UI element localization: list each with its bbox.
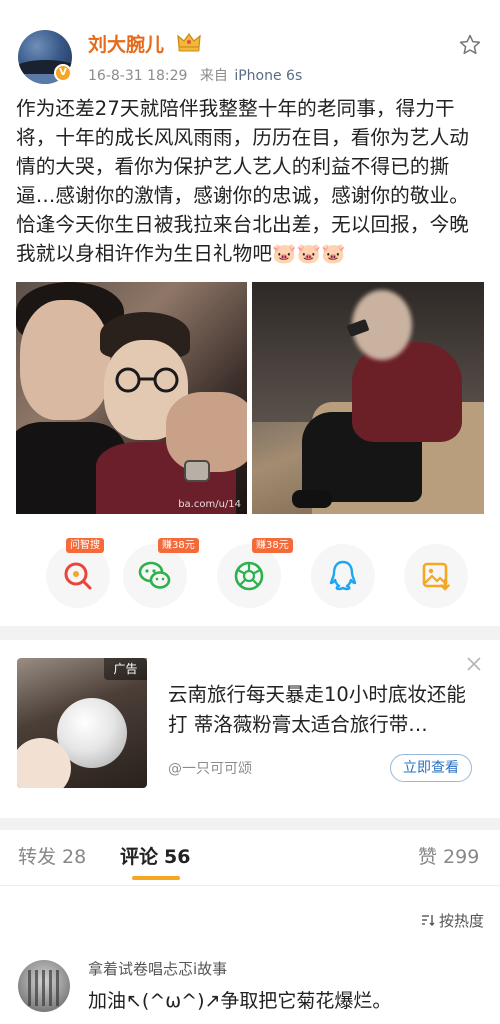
- ad-badge: 广告: [104, 658, 147, 680]
- username[interactable]: 刘大腕儿: [88, 30, 164, 57]
- post-photo-2[interactable]: [252, 282, 484, 514]
- commenter-name[interactable]: 拿着试卷唱忐忑i故事: [88, 958, 227, 979]
- comment-item: 拿着试卷唱忐忑i故事 加油↖(^ω^)↗争取把它菊花爆烂。: [0, 950, 500, 1024]
- ad-view-button[interactable]: 立即查看: [390, 754, 472, 782]
- post-photo-1[interactable]: ba.com/u/14: [16, 282, 247, 514]
- star-icon[interactable]: [458, 33, 482, 57]
- commenter-avatar[interactable]: [18, 960, 70, 1012]
- qq-icon: [329, 560, 357, 591]
- comment-text: 加油↖(^ω^)↗争取把它菊花爆烂。: [88, 990, 392, 1012]
- tab-comments-count: 56: [164, 846, 191, 868]
- image-save-icon: [422, 562, 450, 591]
- wechat-tag: 赚38元: [158, 538, 199, 553]
- tab-comments[interactable]: 评论 56: [120, 842, 190, 869]
- sort-by-hot-button[interactable]: 按热度: [421, 910, 484, 931]
- moments-icon: [234, 561, 264, 591]
- section-divider: [0, 626, 500, 640]
- ad-title[interactable]: 云南旅行每天暴走10小时底妆还能打 蒂洛薇粉膏太适合旅行带…: [168, 680, 480, 740]
- photo-watermark: ba.com/u/14: [178, 499, 241, 510]
- tab-repost[interactable]: 转发 28: [18, 842, 86, 869]
- post-text: 作为还差27天就陪伴我整整十年的老同事，得力干将，十年的成长风风雨雨，历历在目，…: [16, 97, 469, 265]
- tab-likes[interactable]: 赞 299: [418, 842, 479, 869]
- verified-badge-icon: V: [54, 64, 72, 82]
- wechat-button[interactable]: [123, 544, 187, 608]
- post-device: iPhone 6s: [234, 68, 303, 84]
- tab-comments-label: 评论: [120, 846, 159, 868]
- search-insight-tag: 问智搜: [66, 538, 104, 553]
- post-source-label: 来自: [199, 68, 228, 84]
- ad-author: @一只可可颂: [168, 761, 252, 777]
- save-image-button[interactable]: [404, 544, 468, 608]
- post-date: 16-8-31 18:29: [88, 68, 188, 84]
- sort-icon: [421, 915, 435, 926]
- tab-likes-count: 299: [443, 846, 480, 868]
- active-tab-indicator: [132, 876, 180, 880]
- tab-repost-count: 28: [62, 846, 87, 868]
- share-actions: 问智搜 赚38元 赚38元: [0, 538, 500, 612]
- close-icon[interactable]: [466, 656, 482, 672]
- wechat-icon: [138, 561, 171, 589]
- section-divider: [0, 818, 500, 830]
- tab-repost-label: 转发: [18, 846, 57, 868]
- moments-button[interactable]: [217, 544, 281, 608]
- feedback-tabs: 转发 28 评论 56 赞 299: [0, 830, 500, 886]
- crown-icon: [177, 32, 201, 52]
- ad-card[interactable]: 广告 云南旅行每天暴走10小时底妆还能打 蒂洛薇粉膏太适合旅行带… @一只可可颂…: [0, 640, 500, 818]
- moments-tag: 赚38元: [252, 538, 293, 553]
- search-insight-button[interactable]: [46, 544, 110, 608]
- tab-likes-label: 赞: [418, 846, 438, 868]
- post-header: V 刘大腕儿 16-8-31 18:29 来自 iPhone 6s: [0, 0, 500, 95]
- search-icon: [64, 562, 92, 590]
- sort-label: 按热度: [438, 912, 484, 930]
- qq-button[interactable]: [311, 544, 375, 608]
- post-meta: 16-8-31 18:29 来自 iPhone 6s: [88, 65, 302, 85]
